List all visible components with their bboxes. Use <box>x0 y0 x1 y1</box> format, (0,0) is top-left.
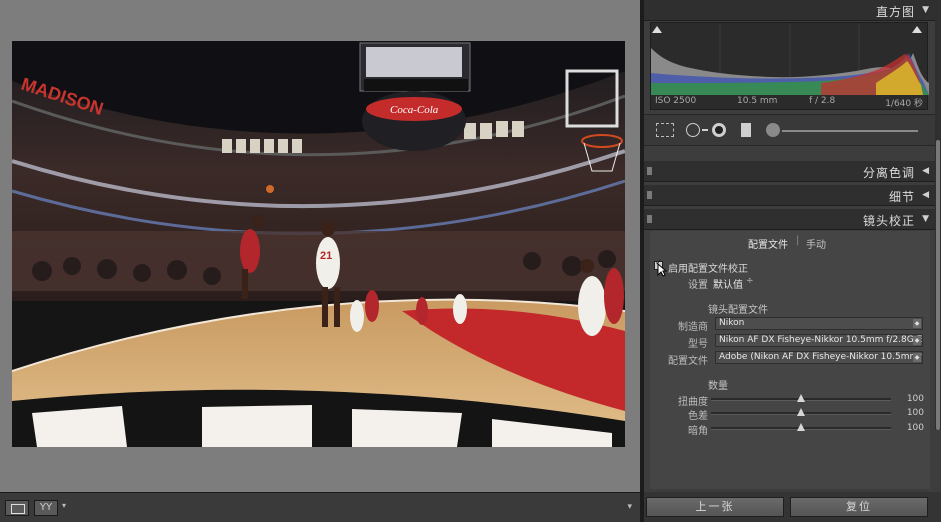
profile-label: 配置文件 <box>668 356 708 367</box>
collapse-left-icon[interactable]: ◀ <box>922 166 929 176</box>
develop-right-panel: 直方图 ▼ ISO 2500 10.5 mm f / 2.8 1/640 秒 分… <box>644 0 941 522</box>
spot-removal-handle-icon <box>702 129 708 131</box>
reset-button[interactable]: 复位 <box>790 497 928 517</box>
profile-value: Adobe (Nikon AF DX Fisheye-Nikkor 10.5mm… <box>719 352 923 362</box>
histogram-header[interactable]: 直方图 ▼ <box>644 0 935 21</box>
mouse-cursor-icon <box>657 263 667 277</box>
basketball-photo[interactable]: MADISON Coca-Cola 21 <box>12 41 625 447</box>
vignetting-value[interactable]: 100 <box>900 423 924 433</box>
split-toning-header[interactable]: 分离色调 ◀ <box>644 161 935 182</box>
distortion-label: 扭曲度 <box>678 397 708 408</box>
before-after-dropdown-icon[interactable]: ▾ <box>62 501 66 510</box>
split-toning-title: 分离色调 <box>862 166 915 180</box>
scoreboard-brand: Coca-Cola <box>390 104 439 116</box>
tab-separator: | <box>796 235 800 246</box>
lens-correction-header[interactable]: 镜头校正 ▼ <box>644 209 935 230</box>
distortion-slider[interactable] <box>711 394 891 402</box>
jersey-number: 21 <box>320 250 332 262</box>
panel-switch-icon[interactable] <box>647 215 652 223</box>
shutter-value: 1/640 秒 <box>885 99 923 109</box>
lightroom-develop-window: MADISON Coca-Cola 21 YY ▾ ▾ 直方图 ▼ ISO 25… <box>0 0 941 522</box>
lens-profile-section-title: 镜头配置文件 <box>708 305 768 316</box>
profile-select[interactable]: Adobe (Nikon AF DX Fisheye-Nikkor 10.5mm… <box>715 351 923 364</box>
histogram-graph <box>651 23 929 95</box>
crop-tool-icon[interactable] <box>656 123 674 137</box>
setup-select[interactable]: 默认值 <box>713 276 743 291</box>
panel-scrollbar[interactable] <box>935 0 941 430</box>
model-value: Nikon AF DX Fisheye-Nikkor 10.5mm f/2.8G… <box>719 335 923 345</box>
tab-manual[interactable]: 手动 <box>806 236 826 251</box>
distortion-slider-thumb[interactable] <box>797 394 805 402</box>
amount-section-title: 数量 <box>708 381 728 392</box>
vignetting-slider[interactable] <box>711 423 891 431</box>
histogram-title: 直方图 <box>875 5 915 19</box>
brush-line <box>782 130 918 132</box>
histogram[interactable]: ISO 2500 10.5 mm f / 2.8 1/640 秒 <box>650 22 929 110</box>
make-value: Nikon <box>719 318 745 328</box>
model-select[interactable]: Nikon AF DX Fisheye-Nikkor 10.5mm f/2.8G… <box>715 334 923 347</box>
detail-header[interactable]: 细节 ◀ <box>644 185 935 206</box>
model-label: 型号 <box>688 339 708 350</box>
collapse-down-icon[interactable]: ▼ <box>922 5 929 15</box>
graduated-filter-icon[interactable] <box>741 123 751 137</box>
panel-footer: 上一张 复位 <box>644 492 941 522</box>
toolbar-menu-icon[interactable]: ▾ <box>627 502 632 512</box>
make-label: 制造商 <box>678 322 708 333</box>
collapse-left-icon[interactable]: ◀ <box>922 190 929 200</box>
previous-button[interactable]: 上一张 <box>646 497 784 517</box>
spot-removal-icon[interactable] <box>686 123 700 137</box>
make-select[interactable]: Nikon ◆ <box>715 317 923 330</box>
vignetting-slider-thumb[interactable] <box>797 423 805 431</box>
adjustment-brush-icon[interactable] <box>766 123 780 137</box>
select-arrow-icon: ◆ <box>913 336 921 345</box>
develop-tool-strip <box>644 114 935 146</box>
setup-label: 设置 <box>688 280 708 291</box>
select-arrow-icon: ◆ <box>913 319 921 328</box>
panel-scrollbar-thumb[interactable] <box>936 140 940 430</box>
enable-profile-label[interactable]: 启用配置文件校正 <box>668 260 748 275</box>
focal-length-value: 10.5 mm <box>737 96 778 106</box>
iso-value: ISO 2500 <box>655 96 697 106</box>
setup-select-arrow-icon[interactable]: ÷ <box>746 276 754 286</box>
lens-correction-title: 镜头校正 <box>862 214 915 228</box>
panel-switch-icon[interactable] <box>647 191 652 199</box>
tab-profile[interactable]: 配置文件 <box>748 236 788 251</box>
chromatic-aberration-label: 色差 <box>688 411 708 422</box>
select-arrow-icon: ◆ <box>913 353 921 362</box>
chromatic-aberration-slider[interactable] <box>711 408 891 416</box>
red-eye-icon[interactable] <box>712 123 726 137</box>
collapse-down-icon[interactable]: ▼ <box>922 214 929 224</box>
distortion-value[interactable]: 100 <box>900 394 924 404</box>
panel-switch-icon[interactable] <box>647 167 652 175</box>
aperture-value: f / 2.8 <box>809 96 836 106</box>
image-preview-area[interactable]: MADISON Coca-Cola 21 <box>0 0 640 492</box>
chromatic-aberration-slider-thumb[interactable] <box>797 408 805 416</box>
loupe-view-button[interactable] <box>5 500 29 516</box>
lens-correction-body: 配置文件 | 手动 ✓ 启用配置文件校正 设置 默认值 ÷ 镜头配置文件 制造商… <box>650 231 930 489</box>
bottom-toolbar: YY ▾ ▾ <box>0 492 640 522</box>
vignetting-label: 暗角 <box>688 426 708 437</box>
photo-illustration: MADISON Coca-Cola 21 <box>12 41 625 447</box>
before-after-button[interactable]: YY <box>34 500 58 516</box>
detail-title: 细节 <box>888 190 915 204</box>
chromatic-aberration-value[interactable]: 100 <box>900 408 924 418</box>
